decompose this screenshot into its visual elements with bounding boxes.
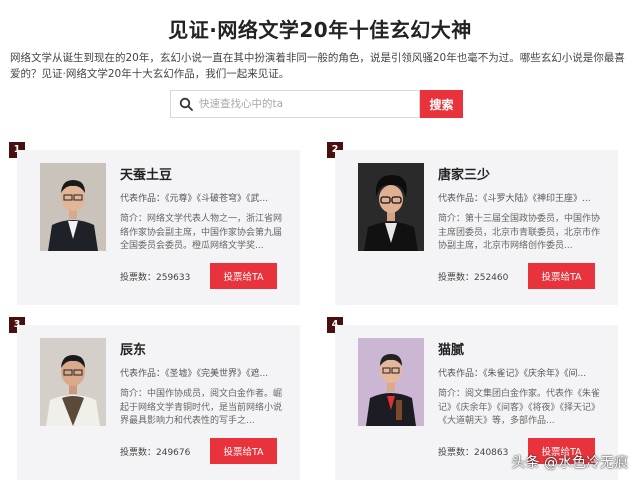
- search-input[interactable]: [199, 94, 409, 114]
- author-name: 天蚕土豆: [120, 168, 173, 183]
- author-card: 唐家三少 代表作品：《斗罗大陆》《神印王座》... 简介：第十三届全国政协委员，…: [335, 150, 618, 305]
- author-photo: [358, 163, 424, 251]
- search-button[interactable]: 搜索: [420, 90, 463, 118]
- author-photo-image: [358, 163, 424, 251]
- author-works: 代表作品：《元尊》《斗破苍穹》《武...: [120, 194, 269, 204]
- author-works: 代表作品：《斗罗大陆》《神印王座》...: [438, 194, 591, 204]
- author-works: 代表作品：《朱雀记》《庆余年》《间...: [438, 369, 587, 379]
- author-photo: [358, 338, 424, 426]
- author-card: 天蚕土豆 代表作品：《元尊》《斗破苍穹》《武... 简介：网络文学代表人物之一，…: [17, 150, 300, 305]
- author-intro: 简介：阅文集团白金作家。代表作《朱雀记》《庆余年》《间客》《将夜》《择天记》《大…: [438, 389, 601, 426]
- search-icon: [179, 97, 193, 111]
- author-photo: [40, 163, 106, 251]
- author-photo-image: [358, 338, 424, 426]
- author-photo: [40, 338, 106, 426]
- watermark: 头条 @水色冷无痕: [511, 455, 628, 471]
- author-intro: 简介：第十三届全国政协委员，中国作协主席团委员，北京市青联委员，北京市作协副主席…: [438, 214, 601, 251]
- vote-count: 投票数：252460: [438, 273, 509, 283]
- vote-count: 投票数：249676: [120, 448, 191, 458]
- intro-paragraph: 网络文学从诞生到现在的20年，玄幻小说一直在其中扮演着非同一般的角色，说是引领风…: [10, 52, 625, 80]
- vote-button[interactable]: 投票给TA: [210, 438, 277, 464]
- author-name: 猫腻: [438, 343, 465, 358]
- page-title: 见证·网络文学20年十佳玄幻大神: [168, 18, 472, 42]
- author-card: 辰东 代表作品：《圣墟》《完美世界》《遮... 简介：中国作协成员，阅文白金作者…: [17, 325, 300, 480]
- vote-button[interactable]: 投票给TA: [528, 263, 595, 289]
- author-intro: 简介：网络文学代表人物之一，浙江省网络作家协会副主席，中国作家协会第九届全国委员…: [120, 214, 283, 251]
- search-box[interactable]: [170, 90, 420, 118]
- author-name: 唐家三少: [438, 168, 491, 183]
- author-name: 辰东: [120, 343, 147, 358]
- vote-count: 投票数：240863: [438, 448, 509, 458]
- vote-button[interactable]: 投票给TA: [210, 263, 277, 289]
- author-photo-image: [40, 163, 106, 251]
- author-works: 代表作品：《圣墟》《完美世界》《遮...: [120, 369, 269, 379]
- vote-count: 投票数：259633: [120, 273, 191, 283]
- author-intro: 简介：中国作协成员，阅文白金作者。崛起于网络文学青铜时代，是当前网络小说界最具影…: [120, 389, 283, 426]
- author-photo-image: [40, 338, 106, 426]
